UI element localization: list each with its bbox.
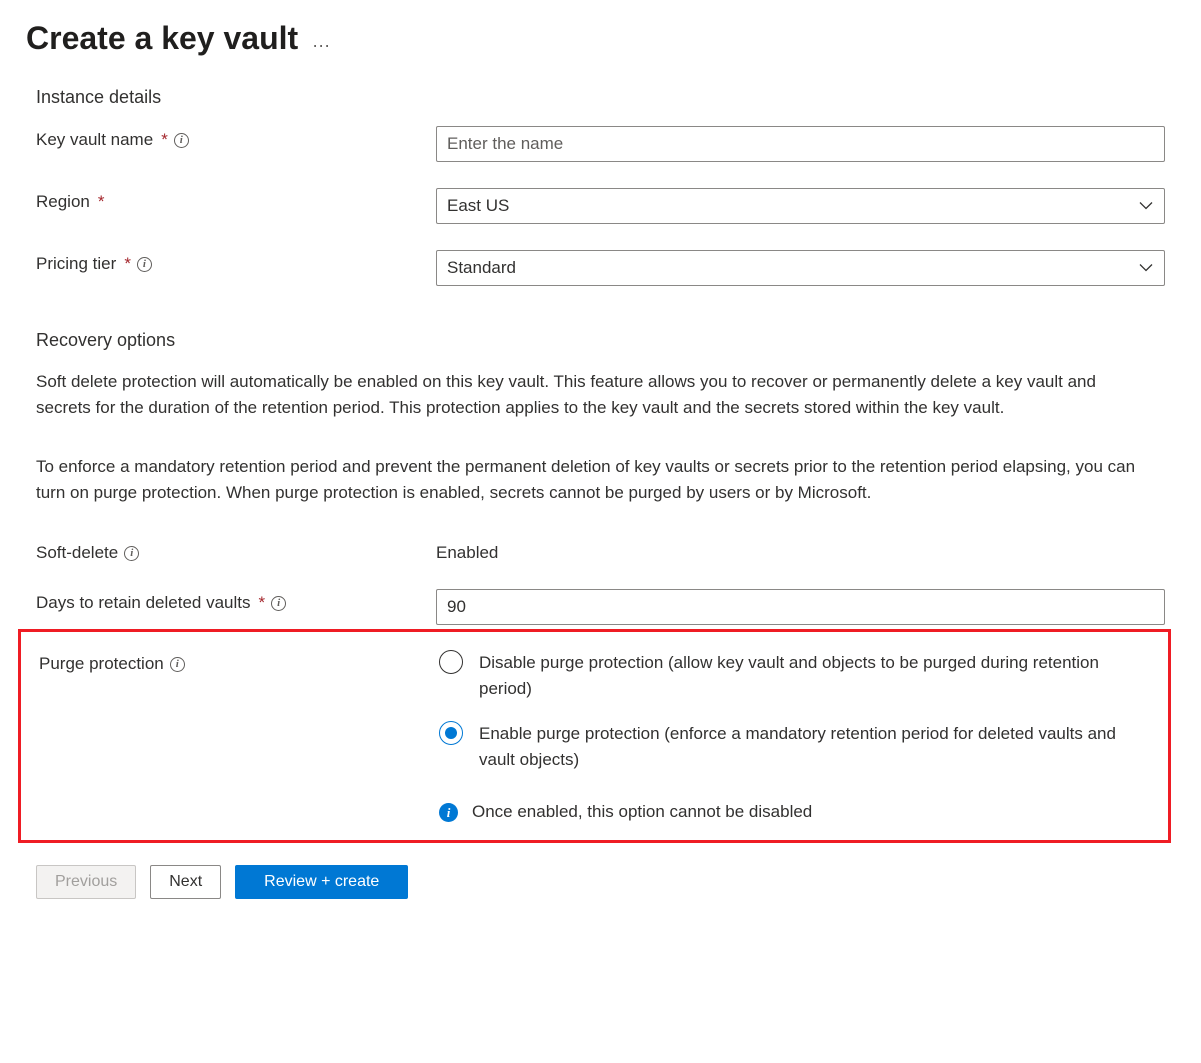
pricing-tier-select[interactable] (436, 250, 1165, 286)
info-filled-icon: i (439, 803, 458, 822)
radio-unchecked-icon[interactable] (439, 650, 463, 674)
purge-enable-option[interactable]: Enable purge protection (enforce a manda… (439, 721, 1162, 772)
retention-days-row: Days to retain deleted vaults * i (36, 589, 1165, 625)
soft-delete-row: Soft-delete i Enabled (36, 539, 1165, 563)
purge-disable-label: Disable purge protection (allow key vaul… (479, 650, 1139, 701)
info-icon[interactable]: i (174, 133, 189, 148)
info-icon[interactable]: i (170, 657, 185, 672)
info-icon[interactable]: i (124, 546, 139, 561)
required-mark: * (124, 254, 131, 274)
purge-note: i Once enabled, this option cannot be di… (439, 802, 1162, 822)
info-icon[interactable]: i (137, 257, 152, 272)
wizard-footer: Previous Next Review + create (18, 865, 1183, 899)
recovery-desc-1: Soft delete protection will automaticall… (36, 369, 1146, 420)
soft-delete-value: Enabled (436, 539, 1165, 563)
radio-checked-icon[interactable] (439, 721, 463, 745)
page-header: Create a key vault ··· (26, 20, 1183, 57)
key-vault-name-input[interactable] (436, 126, 1165, 162)
purge-protection-highlight: Purge protection i Disable purge protect… (18, 629, 1171, 843)
instance-details-heading: Instance details (36, 87, 1165, 108)
review-create-button[interactable]: Review + create (235, 865, 408, 899)
region-select[interactable] (436, 188, 1165, 224)
recovery-options-heading: Recovery options (36, 330, 1165, 351)
purge-note-text: Once enabled, this option cannot be disa… (472, 802, 812, 822)
next-button[interactable]: Next (150, 865, 221, 899)
more-actions-icon[interactable]: ··· (312, 36, 330, 54)
retention-days-input[interactable] (436, 589, 1165, 625)
purge-protection-row: Purge protection i Disable purge protect… (21, 650, 1162, 822)
retention-days-label: Days to retain deleted vaults (36, 593, 251, 613)
page-title: Create a key vault (26, 20, 298, 57)
pricing-tier-row: Pricing tier * i (36, 250, 1165, 286)
region-label: Region (36, 192, 90, 212)
region-row: Region * (36, 188, 1165, 224)
purge-enable-label: Enable purge protection (enforce a manda… (479, 721, 1139, 772)
required-mark: * (259, 593, 266, 613)
info-icon[interactable]: i (271, 596, 286, 611)
purge-protection-label: Purge protection (39, 654, 164, 674)
key-vault-name-row: Key vault name * i (36, 126, 1165, 162)
required-mark: * (98, 192, 105, 212)
pricing-tier-label: Pricing tier (36, 254, 116, 274)
key-vault-name-label: Key vault name (36, 130, 153, 150)
purge-disable-option[interactable]: Disable purge protection (allow key vaul… (439, 650, 1162, 701)
previous-button: Previous (36, 865, 136, 899)
recovery-desc-2: To enforce a mandatory retention period … (36, 454, 1146, 505)
required-mark: * (161, 130, 168, 150)
soft-delete-label: Soft-delete (36, 543, 118, 563)
